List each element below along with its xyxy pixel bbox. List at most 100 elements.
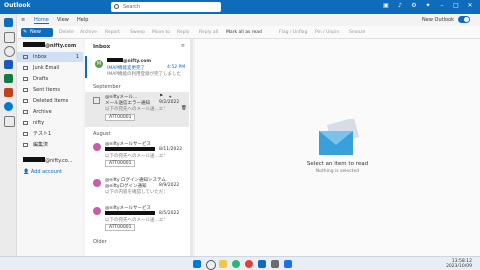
clock-date: 2023/10/09 [446, 264, 472, 269]
person-add-icon: 👤 [23, 169, 30, 175]
meet-icon[interactable]: ▣ [382, 2, 390, 10]
message-from-text: @nifty.com [123, 59, 152, 64]
folder-deleted[interactable]: Deleted Items [17, 96, 83, 106]
folder-inbox[interactable]: Inbox 1 [17, 52, 83, 62]
toolbar-snooze[interactable]: Snooze [349, 30, 365, 35]
search-icon [114, 4, 119, 9]
start-icon[interactable] [193, 260, 201, 268]
account-email: @nifty.com [45, 43, 77, 49]
file-explorer-icon[interactable] [219, 260, 227, 268]
message-preview: 以下の宛先へのメール送...エラー... [105, 218, 165, 223]
folder-drafts[interactable]: Drafts [17, 74, 83, 84]
avatar [93, 207, 101, 215]
toolbar-pin[interactable]: Pin / Unpin [315, 30, 339, 35]
folder-sent[interactable]: Sent Items [17, 85, 83, 95]
onedrive-icon[interactable] [4, 102, 13, 111]
section-older: Older [93, 239, 107, 245]
checkbox[interactable] [93, 97, 100, 104]
folder-label: 編集済 [33, 142, 49, 148]
calendar-icon[interactable] [4, 32, 15, 43]
avatar [93, 143, 101, 151]
folder-test1[interactable]: テスト1 [17, 129, 83, 139]
tab-view[interactable]: View [57, 17, 69, 23]
hamburger-icon[interactable]: ≡ [21, 17, 25, 23]
folder-edited[interactable]: 編集済 [17, 140, 83, 150]
folder-archive[interactable]: Archive [17, 107, 83, 117]
edge-icon[interactable] [232, 260, 240, 268]
app-rail [0, 14, 17, 256]
filter-icon[interactable]: ≡ [181, 43, 185, 49]
toolbar-report[interactable]: Report [105, 30, 120, 35]
message-time: 8/9/2022 [159, 183, 180, 188]
toolbar-mark-read[interactable]: Mark all as read [226, 30, 262, 35]
search-icon[interactable] [206, 260, 216, 270]
clock[interactable]: 13:58:12 2023/10/09 [446, 259, 472, 269]
message-preview: 以下の内容を確認していただき... [105, 190, 165, 195]
toolbar: ✎ New mail Delete Archive Report Sweep M… [17, 26, 480, 44]
add-account-label: Add account [30, 169, 63, 175]
add-account-link[interactable]: 👤 Add account [23, 169, 62, 175]
attachment-chip[interactable]: ATT00001 [105, 114, 136, 121]
new-outlook-label: New Outlook [422, 17, 454, 23]
title-bar: Outlook Search ▣ ♪ ⚙ ✦ – □ ✕ [0, 0, 480, 14]
attachment-chip[interactable]: ATT00001 [105, 224, 136, 231]
toolbar-flag[interactable]: Flag / Unflag [279, 30, 307, 35]
maximize-icon[interactable]: □ [452, 2, 460, 10]
flag-icon[interactable]: ⚑ [159, 94, 163, 99]
toolbar-reply[interactable]: Reply [177, 30, 189, 35]
mail-icon[interactable] [4, 18, 13, 27]
message-preview: 以下の宛先へのメール送...エラー... [105, 107, 165, 112]
people-icon[interactable] [4, 46, 15, 57]
avatar [93, 179, 101, 187]
message-preview: 以下の宛先へのメール送...エラー... [105, 154, 165, 159]
toolbar-move[interactable]: Move to [152, 30, 170, 35]
folder-label: Sent Items [33, 87, 60, 93]
terminal-icon[interactable] [271, 260, 279, 268]
new-outlook-toggle[interactable] [458, 16, 470, 23]
toolbar-archive[interactable]: Archive [80, 30, 97, 35]
message-time: 9/2/2022 [159, 100, 180, 105]
excel-icon[interactable] [4, 74, 13, 83]
outlook-taskbar-icon[interactable] [258, 260, 266, 268]
delete-icon[interactable]: 🗑 [181, 106, 187, 111]
message-time: 4:52 PM [167, 65, 186, 70]
list-item[interactable]: @nifty ログイン通知システム @niftyログイン通知 8/9/2022 … [85, 175, 189, 199]
list-item[interactable]: @niftyメール... メール送信エラー通知 9/2/2022 以下の宛先への… [85, 92, 189, 127]
folder-label: Drafts [33, 76, 49, 82]
powerpoint-icon[interactable] [4, 88, 13, 97]
message-time: 8/5/2022 [159, 211, 180, 216]
folder-label: nifty [33, 120, 45, 126]
close-icon[interactable]: ✕ [466, 2, 474, 10]
new-mail-button[interactable]: ✎ New mail [21, 28, 53, 44]
folder-label: Deleted Items [33, 98, 69, 104]
folder-label: Junk Email [33, 65, 60, 71]
tab-help[interactable]: Help [77, 17, 88, 23]
section-august: August [93, 131, 111, 137]
word-icon[interactable] [4, 60, 13, 69]
empty-title: Select an item to read [306, 161, 369, 167]
chrome-icon[interactable] [245, 260, 253, 268]
folder-nifty[interactable]: nifty [17, 118, 83, 128]
tips-icon[interactable]: ✦ [424, 2, 432, 10]
apps-icon[interactable] [4, 116, 15, 127]
settings-icon[interactable]: ⚙ [410, 2, 418, 10]
toolbar-sweep[interactable]: Sweep [130, 30, 145, 35]
attachment-chip[interactable]: ATT00001 [105, 160, 136, 167]
list-item[interactable]: M @nifty.com IMAP機能変更完了 4:52 PM IMAP機能の利… [85, 56, 191, 78]
account-header-2[interactable]: @nifty.co... [23, 157, 73, 164]
toolbar-delete[interactable]: Delete [59, 30, 74, 35]
folder-junk[interactable]: Junk Email [17, 63, 83, 73]
account-header[interactable]: @nifty.com [23, 42, 76, 49]
search-box[interactable]: Search [111, 2, 221, 12]
reading-pane: Select an item to read Nothing is select… [195, 39, 480, 256]
list-item[interactable]: @niftyメールサービス 8/11/2022 以下の宛先へのメール送...エラ… [85, 139, 189, 171]
message-preview: IMAP機能の利用登録が完了しました [107, 72, 182, 77]
store-icon[interactable] [284, 260, 292, 268]
toolbar-reply-all[interactable]: Reply all [199, 30, 218, 35]
compose-icon: ✎ [23, 29, 28, 35]
minimize-icon[interactable]: – [438, 2, 446, 10]
list-item[interactable]: @niftyメールサービス 8/5/2022 以下の宛先へのメール送...エラー… [85, 203, 189, 235]
tab-home[interactable]: Home [34, 17, 49, 24]
bell-icon[interactable]: ♪ [396, 2, 404, 10]
pin-icon[interactable]: ⌖ [169, 94, 172, 100]
